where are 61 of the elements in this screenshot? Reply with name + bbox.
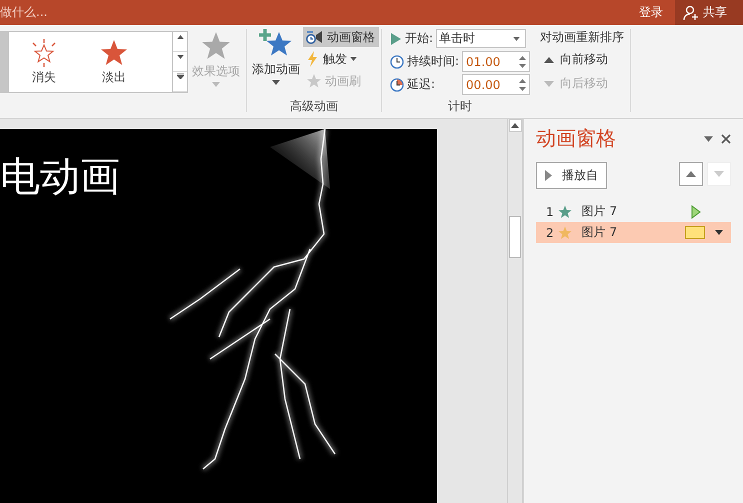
clock-icon	[390, 54, 404, 68]
item-name: 图片 7	[582, 224, 618, 241]
star-icon	[100, 38, 128, 66]
caret-icon	[272, 80, 280, 85]
move-button[interactable]: 向前移动	[540, 49, 624, 70]
animation-item[interactable]: 1 图片 7	[536, 201, 731, 222]
up-triangle-icon	[511, 123, 519, 128]
star-burst-icon	[30, 38, 58, 66]
reorder-title: 对动画重新排序	[540, 29, 624, 46]
clock-speaker-icon	[306, 29, 324, 45]
start-dropdown[interactable]: 单击时	[436, 29, 526, 48]
caret-icon[interactable]	[715, 230, 723, 235]
caret-icon[interactable]	[704, 136, 713, 142]
play-icon	[545, 170, 552, 181]
star-brush-icon	[306, 73, 322, 89]
timing-bar	[685, 226, 705, 239]
group-label: 计时	[447, 98, 474, 115]
clock-icon	[390, 78, 404, 92]
caret-icon	[350, 57, 357, 61]
caret-icon	[513, 36, 520, 40]
animation-option[interactable]: 消失	[9, 32, 79, 92]
slide-title: 电动画	[0, 153, 120, 202]
item-number: 1	[546, 204, 554, 218]
down-triangle-icon	[176, 55, 184, 59]
down-triangle-icon	[544, 80, 554, 86]
lightning-icon	[306, 51, 320, 67]
animation-option[interactable]: 淡出	[79, 32, 149, 92]
expand-icon	[176, 73, 184, 79]
delay-spinner[interactable]: 00.00	[462, 74, 530, 95]
tell-me-search-field[interactable]: 做什么...	[0, 4, 48, 21]
vertical-scrollbar[interactable]	[507, 119, 523, 503]
share-button[interactable]: 共享	[675, 0, 743, 25]
item-number: 2	[546, 226, 554, 240]
spin-arrows-icon	[519, 78, 526, 90]
group-label: 高级动画	[289, 98, 339, 115]
add-animation-button[interactable]: 添加动画	[249, 25, 303, 98]
duration-spinner[interactable]: 01.00	[462, 51, 530, 72]
ribbon-button[interactable]: 触发	[303, 49, 379, 69]
pane-title: 动画窗格	[536, 125, 617, 152]
start-label: 开始:	[405, 30, 434, 47]
animation-item[interactable]: 2 图片 7	[536, 222, 731, 243]
ribbon-button[interactable]: 动画窗格	[303, 27, 379, 47]
down-triangle-icon	[714, 171, 724, 177]
play-icon	[390, 32, 402, 46]
close-icon[interactable]	[721, 134, 731, 144]
duration-label: 持续时间:	[407, 53, 460, 70]
move-up-button[interactable]	[679, 162, 703, 186]
play-from-button[interactable]: 播放自	[536, 162, 607, 189]
gallery-scrollbar[interactable]	[172, 32, 187, 92]
up-triangle-icon	[544, 56, 554, 62]
sign-in-link[interactable]: 登录	[639, 4, 663, 21]
caret-icon	[212, 82, 220, 87]
item-name: 图片 7	[582, 203, 618, 220]
person-add-icon	[683, 4, 699, 20]
play-icon	[691, 204, 701, 218]
scrollbar-thumb[interactable]	[509, 216, 521, 258]
up-triangle-icon	[686, 171, 696, 177]
delay-label: 延迟:	[407, 76, 436, 93]
spin-arrows-icon	[519, 56, 526, 68]
star-icon	[201, 31, 231, 61]
up-triangle-icon	[176, 35, 184, 39]
